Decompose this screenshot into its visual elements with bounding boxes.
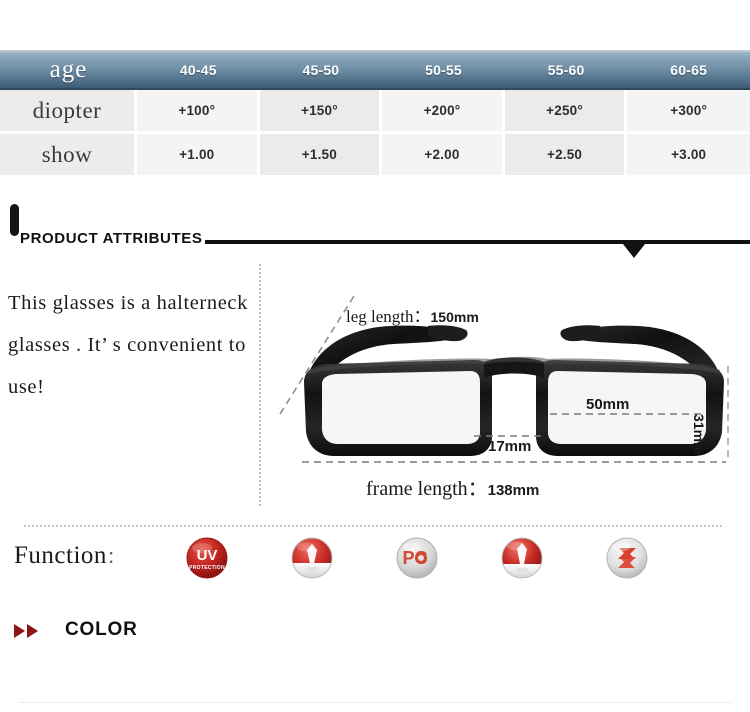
double-arrow-icon [14, 624, 38, 638]
table-cell: +2.00 [382, 134, 505, 178]
frame-length-colon: ： [467, 478, 488, 500]
table-cell: +250° [504, 90, 628, 134]
table-row: show +1.00 +1.50 +2.00 +2.50 +3.00 [0, 134, 750, 178]
frame-length-label-text: frame length [366, 478, 468, 500]
frame-length-dimension: frame length：138mm [366, 472, 539, 501]
leg-length-value: 150mm [430, 309, 479, 325]
leg-length-label-text: leg length [346, 307, 414, 326]
function-section: Function： UV PROTECTION PC [0, 536, 750, 592]
product-description: This glasses is a halterneck glasses . I… [8, 292, 248, 398]
table-cell: +3.00 [627, 134, 750, 178]
table-row-label-diopter: diopter [0, 90, 137, 134]
table-header-row: age 40-45 45-50 50-55 55-60 60-65 [0, 50, 750, 90]
table-cell: +150° [259, 90, 383, 134]
triangle-right-icon [14, 624, 25, 638]
table-header-cell: 55-60 [547, 62, 585, 78]
specification-table: age 40-45 45-50 50-55 55-60 60-65 diopte… [0, 50, 750, 178]
page-title: PRODUCT ATTRIBUTES [20, 230, 203, 247]
table-header-cell: 60-65 [670, 62, 708, 78]
anti-fatigue-icon [500, 536, 544, 580]
table-header-cell: 45-50 [302, 62, 340, 78]
pc-lens-icon: PC [395, 536, 439, 580]
anti-scratch-icon [605, 536, 649, 580]
function-divider [24, 525, 722, 527]
function-label: Function： [14, 542, 124, 570]
function-title-text: Function [14, 542, 107, 569]
bridge-width-dimension: 17mm [488, 438, 532, 455]
bottom-divider [20, 702, 732, 703]
color-section-heading: COLOR [0, 615, 750, 649]
triangle-right-icon [27, 624, 38, 638]
table-header-cell: 40-45 [179, 62, 217, 78]
anti-radiation-icon [290, 536, 334, 580]
heading-rule [205, 240, 750, 244]
leg-length-colon: ： [413, 307, 431, 326]
vertical-divider [259, 264, 261, 506]
leg-length-dimension: leg length：150mm [346, 302, 479, 327]
product-attributes-heading: PRODUCT ATTRIBUTES [0, 204, 750, 258]
table-cell: +2.50 [504, 134, 628, 178]
heading-accent-bar [10, 204, 19, 236]
table-cell: +300° [627, 90, 750, 134]
uv-protection-icon: UV PROTECTION [185, 536, 229, 580]
table-cell: +1.50 [259, 134, 383, 178]
frame-length-value: 138mm [487, 482, 540, 499]
lens-height-dimension: 31mm [691, 414, 707, 455]
table-row-label-show: show [0, 134, 137, 178]
table-cell: +200° [382, 90, 505, 134]
function-colon: ： [106, 548, 125, 567]
lens-width-dimension: 50mm [586, 396, 630, 413]
svg-text:PROTECTION: PROTECTION [189, 565, 225, 571]
table-row-label-age: age [49, 56, 88, 83]
table-row: diopter +100° +150° +200° +250° +300° [0, 90, 750, 134]
table-header-cell: 50-55 [425, 62, 462, 78]
table-cell: +1.00 [137, 134, 260, 178]
glasses-dimension-diagram: leg length：150mm 50mm 17mm 31mm frame le… [278, 286, 750, 508]
table-cell: +100° [137, 90, 260, 134]
color-title: COLOR [65, 619, 138, 640]
chevron-down-icon [623, 244, 645, 258]
svg-text:UV: UV [197, 547, 218, 564]
